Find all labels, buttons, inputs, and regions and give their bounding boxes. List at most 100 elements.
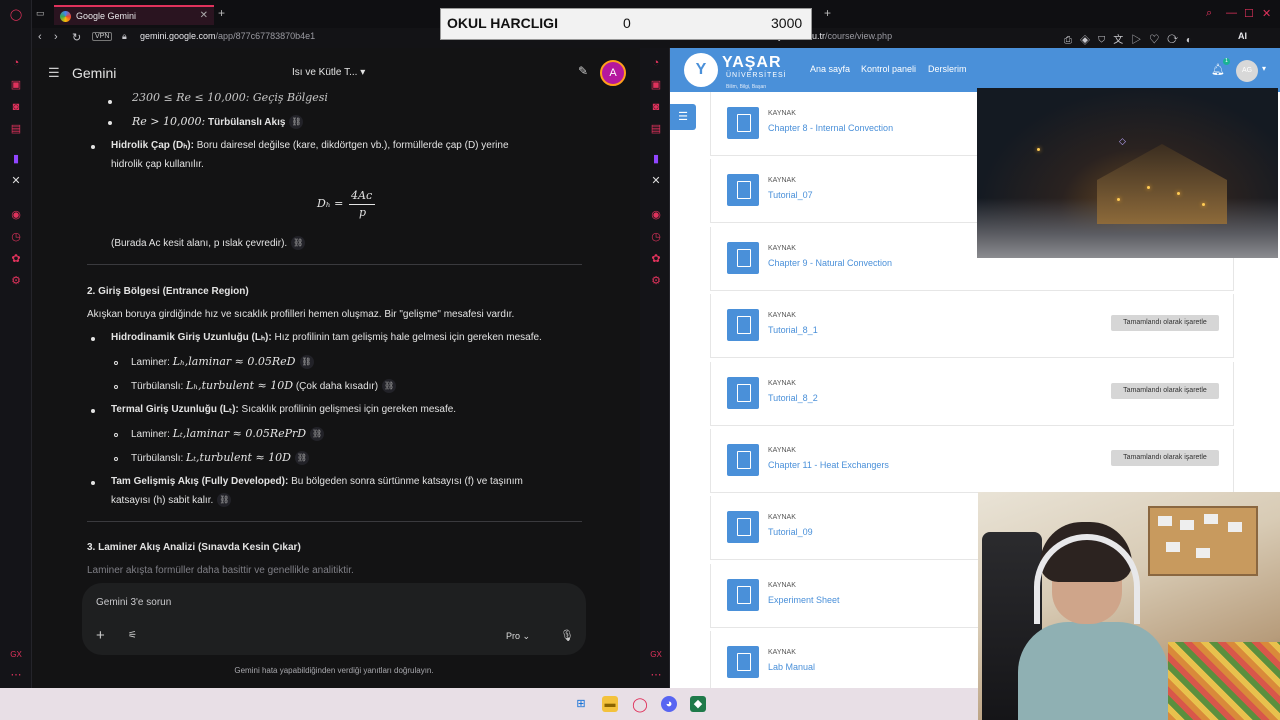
- notification-bell-icon[interactable]: 🔔︎: [1211, 63, 1225, 76]
- overlay-label: OKUL HARCLIGI: [447, 15, 558, 31]
- file-icon[interactable]: [727, 241, 759, 274]
- microphone-icon[interactable]: 🎙︎: [560, 629, 574, 642]
- turbulent-line: Re > 10,000: Türbülanslı Akış ⛓: [132, 115, 304, 130]
- settings-icon[interactable]: ⚙: [9, 274, 23, 288]
- opera-gx-icon[interactable]: ◯: [632, 696, 648, 712]
- gx-corner-icon[interactable]: ▣: [9, 78, 23, 92]
- activity-link[interactable]: Tutorial_8_1: [768, 325, 818, 335]
- tools-icon[interactable]: ⚟: [128, 630, 137, 641]
- file-explorer-icon[interactable]: ▬: [602, 696, 618, 712]
- file-icon[interactable]: [727, 444, 759, 476]
- player-icon[interactable]: ◉: [9, 208, 23, 222]
- game-launcher-icon[interactable]: ◆: [690, 696, 706, 712]
- opera-logo-icon[interactable]: ◯: [9, 8, 23, 22]
- opera-sidebar: ◯ ◔ ▣ ◙ ▤ ▮ ✕ ◉ ◷ ✿ ⚙ GX ⋯: [0, 0, 32, 688]
- activity-item[interactable]: KAYNAK Tutorial_8_2 Tamamlandı olarak işar…: [710, 361, 1234, 426]
- twitch-icon[interactable]: ▮: [9, 152, 23, 166]
- discord-icon[interactable]: ◕: [661, 696, 677, 712]
- file-icon[interactable]: [727, 309, 759, 342]
- new-tab-button[interactable]: +: [218, 6, 225, 20]
- link-icon[interactable]: ⛓: [289, 115, 304, 130]
- prompt-input-box[interactable]: Gemini 3'e sorun + ⚟ Pro ⌄ 🎙︎: [82, 583, 586, 655]
- add-attachment-icon[interactable]: +: [96, 627, 105, 644]
- link-icon[interactable]: ⛓: [295, 451, 309, 466]
- mark-done-button[interactable]: Tamamlandı olarak işaretle: [1111, 450, 1219, 466]
- player-icon[interactable]: ◉: [649, 208, 663, 222]
- activity-link[interactable]: Chapter 9 - Natural Convection: [768, 258, 892, 268]
- toolbar-icons[interactable]: ⎙◈⛉文▷♡⟳◐: [1064, 31, 1200, 46]
- mark-done-button[interactable]: Tamamlandı olarak işaretle: [1111, 382, 1219, 399]
- file-icon[interactable]: [727, 646, 759, 679]
- gx-corner-icon[interactable]: ▣: [649, 78, 663, 92]
- link-icon[interactable]: ⛓: [291, 236, 306, 251]
- new-tab-button[interactable]: +: [824, 6, 831, 20]
- prompt-input[interactable]: Gemini 3'e sorun: [96, 597, 171, 608]
- activity-link[interactable]: Chapter 8 - Internal Convection: [768, 123, 893, 133]
- tab-google-gemini[interactable]: Google Gemini ✕: [54, 5, 214, 25]
- nav-dashboard[interactable]: Kontrol paneli: [861, 64, 916, 74]
- link-icon[interactable]: ⛓: [382, 379, 397, 394]
- x-twitter-icon[interactable]: ✕: [649, 174, 663, 188]
- activity-link[interactable]: Tutorial_07: [768, 190, 813, 200]
- discord-icon[interactable]: ◙: [9, 100, 23, 114]
- lamp: [1147, 186, 1150, 189]
- messenger-icon[interactable]: ▤: [649, 122, 663, 136]
- ai-button[interactable]: AI: [1238, 31, 1247, 41]
- chat-title-dropdown[interactable]: Isı ve Kütle T... ▾: [292, 67, 365, 78]
- history-icon[interactable]: ◷: [9, 230, 23, 244]
- gx-control-icon[interactable]: ◔: [9, 56, 23, 70]
- maximize-icon[interactable]: ☐: [1244, 7, 1254, 20]
- activity-link[interactable]: Experiment Sheet: [768, 595, 840, 605]
- windows-start-icon[interactable]: ⊞: [573, 696, 589, 712]
- course-index-toggle[interactable]: ☰: [670, 104, 696, 130]
- link-icon[interactable]: ⛓: [217, 493, 232, 508]
- file-icon[interactable]: [727, 107, 759, 139]
- twitch-icon[interactable]: ▮: [649, 152, 663, 166]
- activity-type: KAYNAK: [768, 514, 796, 522]
- laminar-hydro-line: Laminer: Lₕ,laminar ≈ 0.05ReD ⛓: [131, 355, 314, 370]
- minimize-icon[interactable]: —: [1226, 7, 1237, 19]
- activity-link[interactable]: Tutorial_09: [768, 527, 813, 537]
- mark-done-button[interactable]: Tamamlandı olarak işaretle: [1111, 315, 1219, 332]
- messenger-icon[interactable]: ▤: [9, 122, 23, 136]
- settings-icon[interactable]: ⚙: [649, 274, 663, 288]
- more-icon[interactable]: ⋯: [649, 668, 663, 682]
- forward-icon[interactable]: ›: [54, 31, 58, 43]
- gx-control-icon[interactable]: ◔: [649, 56, 663, 70]
- activity-item[interactable]: KAYNAK Chapter 11 - Heat Exchangers Tamaml…: [710, 429, 1234, 493]
- extensions-icon[interactable]: ✿: [649, 252, 663, 266]
- more-icon[interactable]: ⋯: [9, 668, 23, 682]
- nav-my-courses[interactable]: Derslerim: [928, 64, 967, 74]
- vpn-badge[interactable]: VPN: [92, 32, 113, 41]
- file-icon[interactable]: [727, 578, 759, 611]
- activity-link[interactable]: Tutorial_8_2: [768, 393, 818, 403]
- link-icon[interactable]: ⛓: [299, 355, 314, 370]
- activity-link[interactable]: Lab Manual: [768, 662, 815, 672]
- history-icon[interactable]: ◷: [649, 230, 663, 244]
- extensions-icon[interactable]: ✿: [9, 252, 23, 266]
- new-chat-icon[interactable]: ✎: [578, 64, 588, 78]
- url-field[interactable]: gemini.google.com/app/877c67783870b4e1: [140, 31, 315, 41]
- activity-item[interactable]: KAYNAK Tutorial_8_1 Tamamlandı olarak işar…: [710, 294, 1234, 359]
- discord-icon[interactable]: ◙: [649, 100, 663, 114]
- tab-close-icon[interactable]: ✕: [200, 7, 208, 25]
- file-icon[interactable]: [727, 174, 759, 207]
- avatar[interactable]: A: [600, 60, 626, 86]
- chevron-down-icon[interactable]: ▾: [1262, 64, 1266, 73]
- search-icon[interactable]: ⌕: [1206, 7, 1212, 20]
- model-selector[interactable]: Pro ⌄: [506, 631, 530, 642]
- file-icon[interactable]: [727, 511, 759, 544]
- link-icon[interactable]: ⛓: [310, 427, 325, 442]
- nav-home[interactable]: Ana sayfa: [810, 64, 850, 74]
- back-icon[interactable]: ‹: [38, 31, 42, 43]
- yasar-logo-icon[interactable]: Y: [684, 53, 718, 87]
- tab-list-icon[interactable]: ▭: [36, 8, 45, 19]
- lock-icon[interactable]: 🔒︎: [122, 31, 127, 42]
- activity-link[interactable]: Chapter 11 - Heat Exchangers: [768, 460, 889, 470]
- menu-icon[interactable]: ☰: [48, 65, 60, 81]
- x-twitter-icon[interactable]: ✕: [9, 174, 23, 188]
- close-icon[interactable]: ✕: [1262, 7, 1271, 20]
- user-avatar[interactable]: AG: [1236, 60, 1258, 82]
- file-icon[interactable]: [727, 376, 759, 409]
- reload-icon[interactable]: ↻: [72, 31, 81, 44]
